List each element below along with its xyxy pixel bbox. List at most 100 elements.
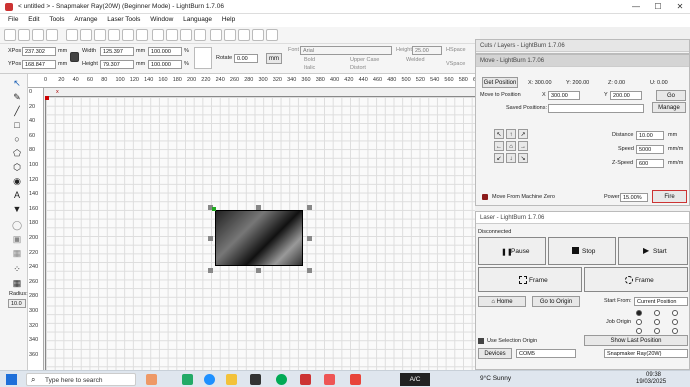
resize-handle[interactable] [307, 205, 312, 210]
rectangle-tool-icon[interactable]: □ [10, 120, 24, 132]
home-icon[interactable]: ⌂ [506, 141, 516, 151]
zspeed-input[interactable]: 600 [636, 159, 664, 168]
wps-icon[interactable] [350, 374, 361, 385]
resize-handle[interactable] [256, 268, 261, 273]
height-input[interactable]: 79.307 [100, 60, 134, 69]
menu-window[interactable]: Window [150, 16, 173, 23]
selected-image[interactable] [215, 210, 303, 266]
ellipse-tool-icon[interactable]: ○ [10, 134, 24, 146]
height-percent-input[interactable]: 100.000 [148, 60, 182, 69]
clock-date[interactable]: 19/03/2025 [636, 379, 666, 385]
origin-radio-tc[interactable] [654, 310, 660, 316]
menu-language[interactable]: Language [183, 16, 212, 23]
frame-rect-button[interactable]: Frame [478, 267, 582, 292]
distort-checkbox[interactable]: Distort [350, 65, 366, 71]
menu-laser-tools[interactable]: Laser Tools [107, 16, 140, 23]
welded-checkbox[interactable]: Welded [406, 57, 425, 63]
get-position-button[interactable]: Get Position [482, 77, 518, 88]
upper-case-checkbox[interactable]: Upper Case [350, 57, 379, 63]
pause-button[interactable]: ❚❚ Pause [478, 237, 546, 265]
origin-radio-tr[interactable] [672, 310, 678, 316]
origin-radio-bc[interactable] [654, 328, 660, 334]
measure-tool-icon[interactable]: ▼ [10, 204, 24, 216]
show-last-position-button[interactable]: Show Last Position [584, 335, 688, 346]
font-select[interactable]: Arial [300, 46, 392, 55]
jog-down-right-icon[interactable]: ↘ [518, 153, 528, 163]
font-height-input[interactable]: 25.00 [412, 46, 442, 55]
widget-icon[interactable] [146, 374, 157, 385]
anchor-grid[interactable] [194, 47, 212, 69]
text-tool-icon[interactable]: A [10, 190, 24, 202]
manage-button[interactable]: Manage [652, 102, 686, 113]
trace-icon[interactable] [224, 29, 236, 41]
lightburn-icon[interactable] [300, 374, 311, 385]
paste-icon[interactable] [122, 29, 134, 41]
chrome-icon[interactable] [276, 374, 287, 385]
zoom-in-icon[interactable] [152, 29, 164, 41]
stop-button[interactable]: Stop [548, 237, 616, 265]
export-icon[interactable] [46, 29, 58, 41]
settings-icon[interactable] [210, 29, 222, 41]
task-view-icon[interactable] [182, 374, 193, 385]
ac-app[interactable]: A/C [400, 373, 430, 386]
bold-checkbox[interactable]: Bold [304, 57, 315, 63]
device-select[interactable]: Snapmaker Ray(20W) [604, 349, 688, 358]
jog-down-icon[interactable]: ↓ [506, 153, 516, 163]
jog-up-right-icon[interactable]: ↗ [518, 129, 528, 139]
use-selection-checkbox[interactable] [478, 338, 484, 344]
jog-right-icon[interactable]: → [518, 141, 528, 151]
home-button[interactable]: ⌂ Home [478, 296, 526, 307]
save-icon[interactable] [18, 29, 30, 41]
redo-icon[interactable] [80, 29, 92, 41]
undo-icon[interactable] [66, 29, 78, 41]
select-tool-icon[interactable]: ↖ [10, 78, 24, 90]
menu-arrange[interactable]: Arrange [74, 16, 97, 23]
fire-button[interactable]: Fire [652, 190, 687, 203]
rotate-input[interactable]: 0.00 [234, 54, 258, 63]
resize-handle[interactable] [256, 205, 261, 210]
lock-icon[interactable] [70, 52, 79, 62]
store-icon[interactable] [250, 374, 261, 385]
distance-input[interactable]: 10.00 [636, 131, 664, 140]
move-y-input[interactable]: 200.00 [610, 91, 642, 100]
resize-handle[interactable] [208, 268, 213, 273]
width-input[interactable]: 125.397 [100, 47, 134, 56]
italic-checkbox[interactable]: Italic [304, 65, 315, 71]
search-box[interactable]: ⌕ Type here to search [26, 373, 136, 386]
jog-up-icon[interactable]: ↑ [506, 129, 516, 139]
origin-radio-br[interactable] [672, 328, 678, 334]
grid-array-icon[interactable]: ▦ [10, 278, 24, 290]
resize-handle[interactable] [307, 268, 312, 273]
optimize-icon[interactable] [252, 29, 264, 41]
start-button[interactable]: ▶ Start [618, 237, 688, 265]
clock-time[interactable]: 09:38 [646, 372, 661, 378]
go-button[interactable]: Go [656, 90, 686, 101]
minimize-button[interactable]: — [630, 2, 642, 11]
origin-radio-ml[interactable] [636, 319, 642, 325]
open-icon[interactable] [4, 29, 16, 41]
zoom-fit-icon[interactable] [180, 29, 192, 41]
text-tool-icon[interactable] [266, 29, 278, 41]
resize-handle[interactable] [307, 236, 312, 241]
unit-toggle-button[interactable]: mm [266, 53, 282, 64]
delete-icon[interactable] [136, 29, 148, 41]
menu-edit[interactable]: Edit [28, 16, 39, 23]
power-input[interactable]: 15.00% [620, 193, 648, 202]
resize-handle[interactable] [208, 236, 213, 241]
group-icon[interactable]: ▦ [10, 248, 24, 260]
maximize-button[interactable]: ☐ [652, 2, 664, 11]
app-icon-2[interactable] [324, 374, 335, 385]
import-icon[interactable] [32, 29, 44, 41]
width-percent-input[interactable]: 100.000 [148, 47, 182, 56]
boolean-icon[interactable]: ▣ [10, 234, 24, 246]
speed-input[interactable]: 5000 [636, 145, 664, 154]
file-explorer-icon[interactable] [226, 374, 237, 385]
zoom-page-icon[interactable] [194, 29, 206, 41]
move-from-zero-checkbox[interactable] [482, 194, 488, 200]
cut-icon[interactable] [94, 29, 106, 41]
jog-left-icon[interactable]: ← [494, 141, 504, 151]
xpos-input[interactable]: 237.302 [22, 47, 56, 56]
go-to-origin-button[interactable]: Go to Origin [532, 296, 580, 307]
array-icon[interactable]: ⁘ [10, 264, 24, 276]
port-select[interactable]: COM5 [516, 349, 576, 358]
